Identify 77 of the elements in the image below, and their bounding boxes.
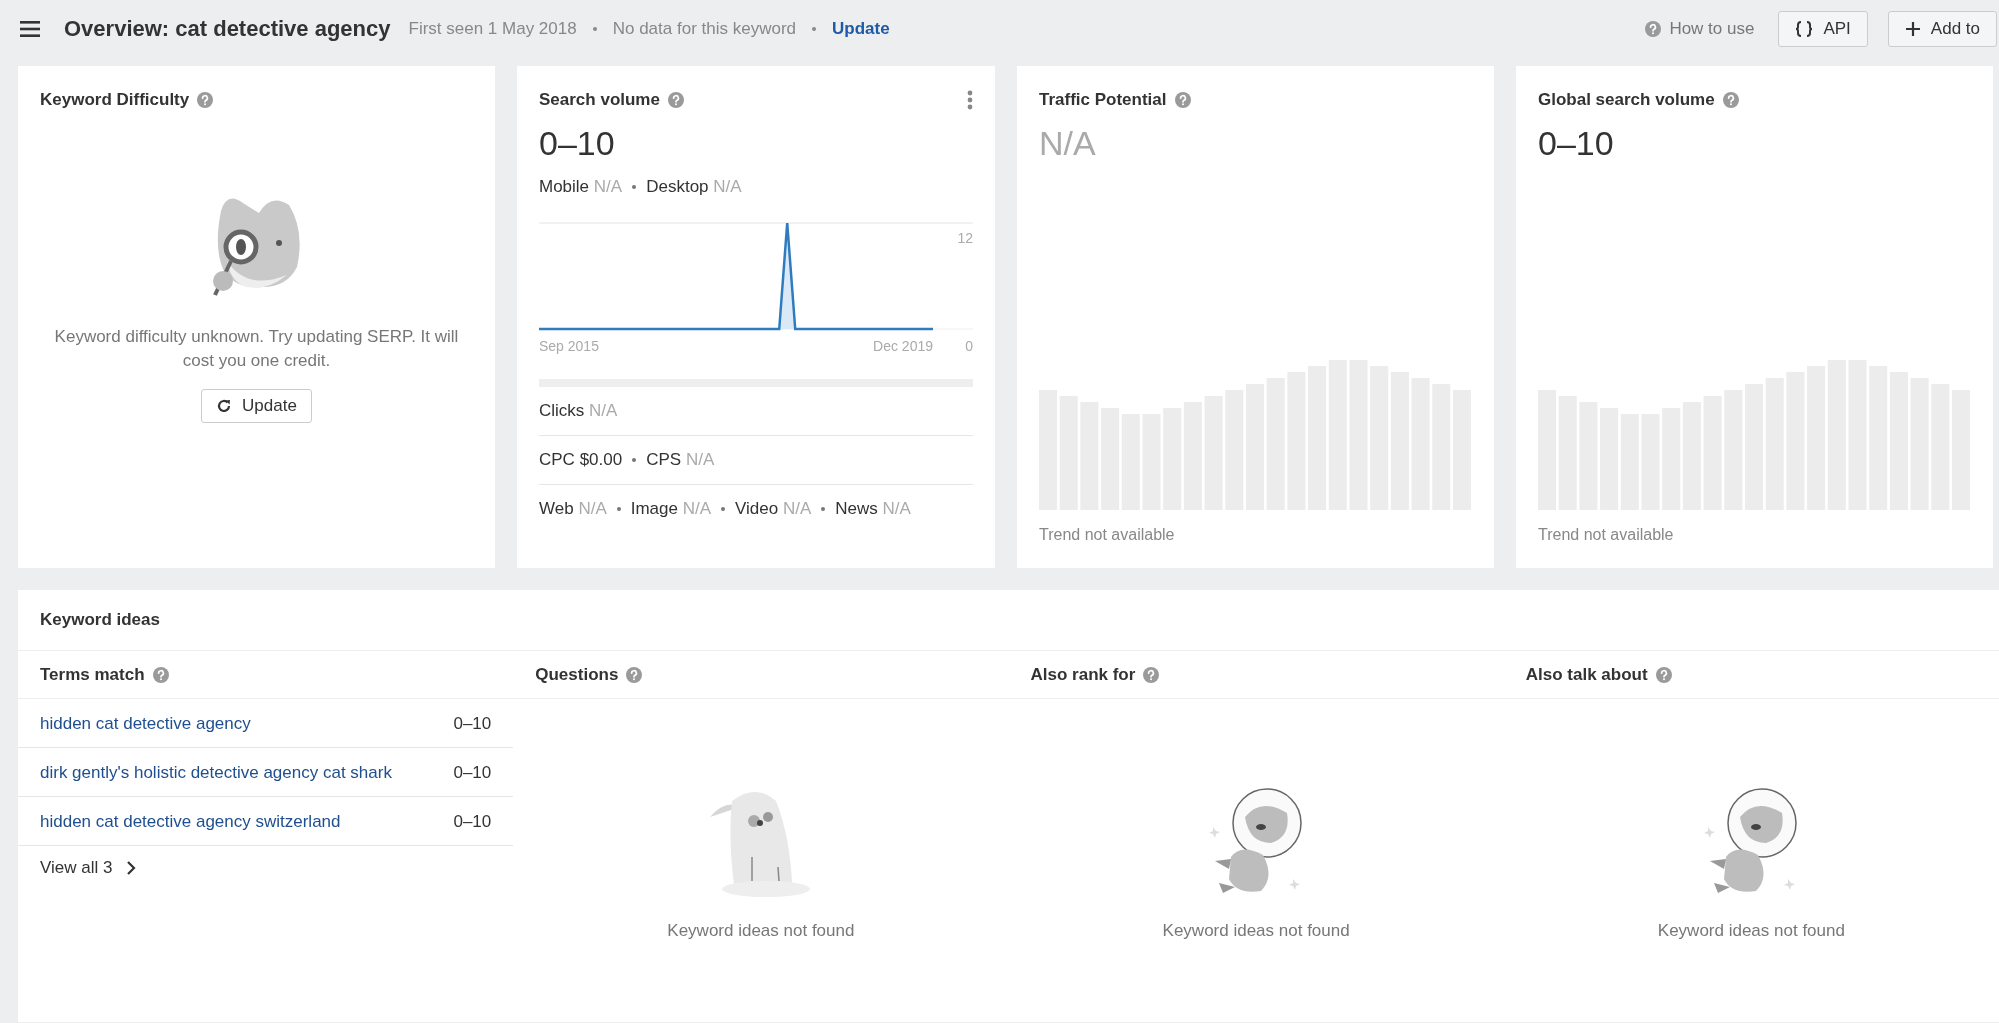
card-title: Global search volume	[1538, 90, 1715, 110]
metric-value: N/A	[713, 177, 742, 197]
separator-dot	[812, 27, 816, 31]
panel-title: Keyword ideas	[40, 610, 160, 630]
help-icon[interactable]	[1655, 666, 1672, 683]
metric-label: Desktop	[646, 177, 710, 197]
volume-value: 0–10	[453, 713, 492, 735]
metric-label: News	[835, 499, 879, 519]
help-icon[interactable]	[1645, 21, 1662, 37]
volume-value: 0–10	[453, 762, 492, 784]
help-icon[interactable]	[626, 666, 643, 683]
empty-state-message: Keyword difficulty unknown. Try updating SERP. It will cost you one credit.	[53, 326, 460, 372]
add-to-button[interactable]: Add to	[1887, 11, 1997, 47]
empty-state-message: Keyword ideas not found	[1657, 921, 1845, 941]
empty-state-message: Keyword ideas not found	[1162, 921, 1350, 941]
metric-label: Video	[735, 499, 780, 519]
separator-dot	[616, 507, 621, 511]
metric-label: CPC	[539, 450, 576, 470]
help-icon[interactable]	[152, 666, 169, 683]
column-title: Terms match	[40, 664, 145, 685]
metric-label: Mobile	[539, 177, 591, 197]
empty-state-message: Keyword ideas not found	[667, 921, 855, 941]
metric-value: 0–10	[1538, 124, 1615, 163]
refresh-icon	[216, 398, 233, 414]
help-icon[interactable]	[667, 92, 684, 108]
volume-value: 0–10	[453, 811, 492, 833]
page-title: Overview: cat detective agency	[64, 16, 391, 42]
update-button[interactable]: Update	[201, 389, 312, 423]
separator-dot	[721, 507, 726, 511]
metric-value: N/A	[578, 499, 607, 519]
card-title: Search volume	[539, 90, 660, 110]
help-icon[interactable]	[1174, 92, 1191, 108]
keyword-link[interactable]: hidden cat detective agency switzerland	[40, 809, 341, 835]
metric-value: N/A	[593, 177, 623, 197]
metric-label: Clicks	[539, 401, 586, 421]
card-title: Traffic Potential	[1039, 90, 1167, 110]
metric-label: CPS	[646, 450, 683, 470]
keyword-link[interactable]: dirk gently's holistic detective agency cat shark	[40, 760, 392, 786]
metric-label: Image	[630, 499, 679, 519]
menu-icon[interactable]	[20, 21, 40, 37]
chevron-right-icon[interactable]	[126, 860, 137, 876]
help-icon[interactable]	[1143, 666, 1160, 683]
separator-dot	[632, 185, 637, 189]
metric-label: Web	[539, 499, 575, 519]
trend-note: Trend not available	[1039, 526, 1176, 544]
metric-value: N/A	[682, 499, 712, 519]
y-axis-label: 12	[957, 230, 973, 246]
separator-dot	[821, 507, 826, 511]
help-icon[interactable]	[197, 92, 214, 108]
metric-value: $0.00	[579, 450, 623, 470]
update-link[interactable]: Update	[832, 19, 890, 39]
metric-value: N/A	[685, 450, 715, 470]
separator-dot	[592, 27, 597, 31]
metric-value: N/A	[882, 499, 911, 519]
metric-value: N/A	[589, 401, 618, 421]
separator-dot	[632, 458, 637, 462]
card-title: Keyword Difficulty	[40, 90, 190, 110]
help-icon[interactable]	[1722, 92, 1739, 108]
braces-icon	[1795, 20, 1814, 38]
x-axis-label: Sep 2015	[539, 338, 599, 354]
keyword-meta: No data for this keyword	[612, 19, 796, 39]
column-title: Also talk about	[1525, 664, 1648, 685]
api-button[interactable]: API	[1778, 11, 1868, 47]
metric-value: N/A	[783, 499, 812, 519]
plus-icon	[1904, 21, 1921, 37]
trend-note: Trend not available	[1538, 526, 1675, 544]
metric-value: N/A	[1039, 124, 1097, 163]
column-title: Also rank for	[1030, 664, 1136, 685]
keyword-meta: First seen 1 May 2018	[408, 19, 577, 39]
how-to-use-link[interactable]: How to use	[1669, 19, 1755, 39]
keyword-link[interactable]: hidden cat detective agency	[40, 711, 251, 737]
view-all-link[interactable]: View all 3	[40, 858, 113, 878]
y-axis-label: 0	[965, 338, 973, 354]
column-title: Questions	[535, 664, 619, 685]
more-options-icon[interactable]	[967, 90, 973, 110]
x-axis-label: Dec 2019	[873, 338, 933, 354]
metric-value: 0–10	[539, 124, 616, 163]
